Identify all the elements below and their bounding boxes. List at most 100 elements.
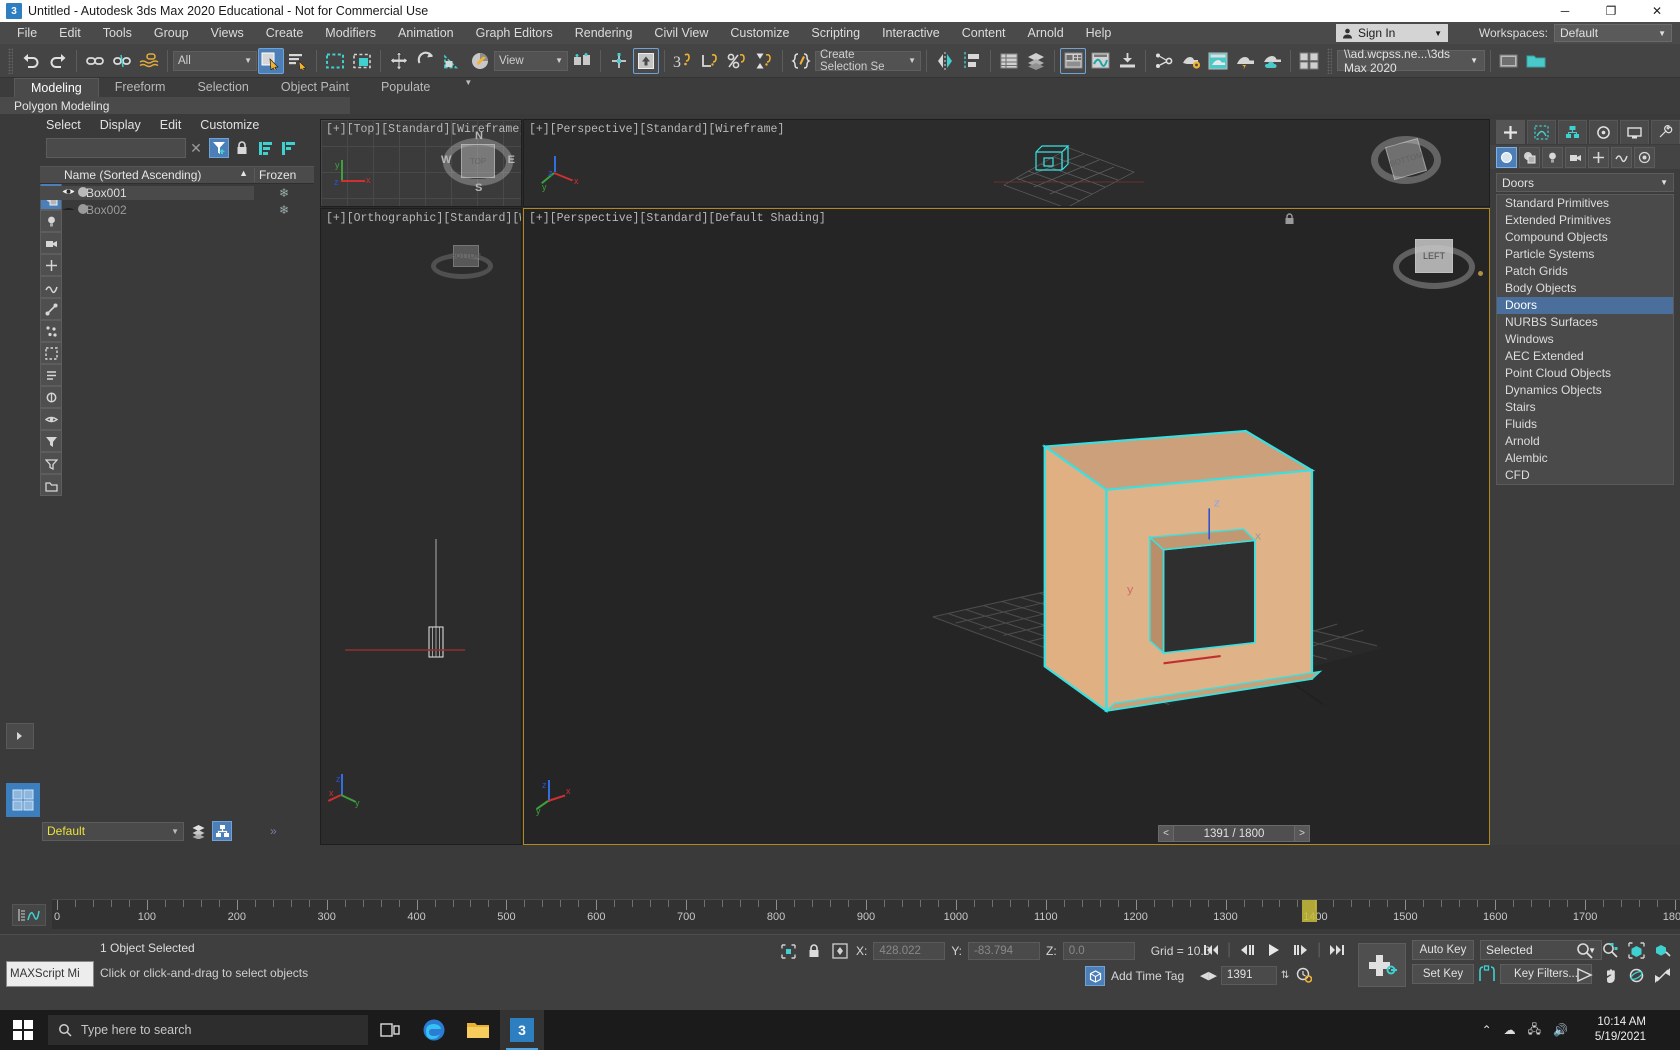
- display-cameras-icon[interactable]: [40, 232, 62, 254]
- time-slider-value[interactable]: 1391 / 1800: [1174, 825, 1294, 842]
- list-item[interactable]: Dynamics Objects: [1497, 382, 1673, 399]
- next-frame-icon[interactable]: [1290, 939, 1312, 961]
- select-and-manipulate-icon[interactable]: [633, 48, 659, 74]
- select-object-icon[interactable]: [258, 48, 284, 74]
- space-warps-icon[interactable]: [1611, 147, 1632, 168]
- x-coord-input[interactable]: 428.022: [873, 942, 945, 960]
- unlink-selection-icon[interactable]: [109, 48, 135, 74]
- select-and-scale-icon[interactable]: [440, 48, 466, 74]
- list-item[interactable]: Stairs: [1497, 399, 1673, 416]
- task-view-icon[interactable]: [368, 1010, 412, 1050]
- systems-icon[interactable]: [1634, 147, 1655, 168]
- menu-arnold[interactable]: Arnold: [1017, 23, 1075, 43]
- view-cube-face[interactable]: TOP: [461, 144, 495, 178]
- cameras-icon[interactable]: [1565, 147, 1586, 168]
- expand-panel-icon[interactable]: [6, 723, 34, 749]
- edge-browser-icon[interactable]: [412, 1010, 456, 1050]
- workspaces-select[interactable]: Default ▼: [1554, 24, 1672, 42]
- viewcube-home-icon[interactable]: [1478, 271, 1483, 276]
- menu-create[interactable]: Create: [255, 23, 315, 43]
- view-cube-top[interactable]: TOP N S W E: [441, 128, 515, 194]
- menu-edit[interactable]: Edit: [48, 23, 92, 43]
- display-helpers-icon[interactable]: [40, 254, 62, 276]
- frozen-cell[interactable]: ❄: [254, 203, 314, 217]
- eye-visibility-icon[interactable]: [62, 186, 75, 197]
- viewport-lock-icon[interactable]: [1284, 213, 1295, 225]
- filter-icon[interactable]: [40, 452, 62, 474]
- ribbon-tab-selection[interactable]: Selection: [181, 78, 264, 96]
- menu-help[interactable]: Help: [1075, 23, 1123, 43]
- filter-selection-icon[interactable]: [209, 138, 229, 158]
- minimize-button[interactable]: ─: [1542, 0, 1588, 22]
- list-item[interactable]: Standard Primitives: [1497, 195, 1673, 212]
- percent-snap-toggle-icon[interactable]: [724, 48, 750, 74]
- view-cube-face-left[interactable]: LEFT: [1415, 239, 1453, 273]
- eye-visibility-icon[interactable]: [62, 203, 75, 214]
- list-item-doors[interactable]: Doors: [1497, 297, 1673, 314]
- viewport-label-orthographic[interactable]: [+][Orthographic][Standard][Wirefram: [326, 212, 522, 225]
- menu-content[interactable]: Content: [951, 23, 1017, 43]
- list-item[interactable]: Arnold: [1497, 433, 1673, 450]
- reference-coordinate-select[interactable]: View ▼: [494, 51, 568, 71]
- more-tools-icon[interactable]: »: [270, 824, 277, 838]
- display-frozen-icon[interactable]: [40, 386, 62, 408]
- view-cube-orthographic[interactable]: BOTTOM: [429, 231, 503, 297]
- current-frame-input[interactable]: 1391: [1221, 966, 1277, 985]
- scene-explorer-menu-display[interactable]: Display: [100, 118, 141, 132]
- list-item[interactable]: AEC Extended: [1497, 348, 1673, 365]
- maximize-viewport-icon[interactable]: [1650, 964, 1674, 987]
- key-mode-toggle-icon[interactable]: ◀▶: [1200, 969, 1217, 982]
- lock-icon[interactable]: [232, 138, 252, 158]
- list-item[interactable]: Windows: [1497, 331, 1673, 348]
- orbit-icon[interactable]: [1624, 964, 1648, 987]
- current-layer-select[interactable]: Default ▼: [42, 822, 184, 841]
- list-item[interactable]: Point Cloud Objects: [1497, 365, 1673, 382]
- align-icon[interactable]: [959, 48, 985, 74]
- field-of-view-icon[interactable]: [1572, 964, 1596, 987]
- table-row[interactable]: Box001 ❄: [40, 184, 314, 201]
- time-configuration-icon[interactable]: [1293, 964, 1315, 986]
- column-header-frozen[interactable]: Frozen: [254, 168, 314, 182]
- sign-in-button[interactable]: Sign In ▼: [1336, 24, 1448, 42]
- selection-filter-select[interactable]: All ▼: [173, 51, 257, 71]
- open-asset-tracking-icon[interactable]: [1296, 48, 1322, 74]
- mirror-icon[interactable]: [932, 48, 958, 74]
- frozen-cell[interactable]: ❄: [254, 186, 314, 200]
- viewport-orthographic[interactable]: [+][Orthographic][Standard][Wirefram BOT…: [320, 208, 522, 845]
- time-slider[interactable]: < 1391 / 1800 >: [1158, 825, 1310, 842]
- add-time-tag-label[interactable]: Add Time Tag: [1111, 969, 1184, 983]
- display-bones-icon[interactable]: [40, 298, 62, 320]
- auto-key-button[interactable]: Auto Key: [1412, 940, 1474, 960]
- motion-tab[interactable]: [1589, 120, 1618, 144]
- selection-lock-toggle-icon[interactable]: [804, 941, 824, 961]
- time-tag-icon[interactable]: [1085, 966, 1105, 986]
- taskbar-clock[interactable]: 10:14 AM 5/19/2021: [1595, 1010, 1646, 1050]
- window-crossing-toggle-icon[interactable]: [349, 48, 375, 74]
- volume-icon[interactable]: 🔊: [1553, 1023, 1568, 1037]
- start-button[interactable]: [0, 1010, 46, 1050]
- viewport-label-perspective-wire[interactable]: [+][Perspective][Standard][Wireframe]: [529, 123, 784, 136]
- row-color-swatch[interactable]: [78, 187, 88, 197]
- list-item[interactable]: CFD: [1497, 467, 1673, 484]
- shapes-icon[interactable]: [1519, 147, 1540, 168]
- view-cube-active[interactable]: LEFT: [1391, 227, 1479, 299]
- named-selection-sets-input[interactable]: Create Selection Se ▼: [815, 51, 921, 71]
- onedrive-icon[interactable]: ☁: [1504, 1023, 1516, 1037]
- menu-graph-editors[interactable]: Graph Editors: [465, 23, 564, 43]
- set-key-toggle-button[interactable]: Set Key: [1412, 964, 1474, 984]
- spinner-icon[interactable]: ⇅: [1281, 970, 1289, 981]
- rendered-frame-window-icon[interactable]: [1205, 48, 1231, 74]
- scene-explorer-icon[interactable]: [1023, 48, 1049, 74]
- helpers-icon[interactable]: [1588, 147, 1609, 168]
- pan-view-icon[interactable]: [1598, 964, 1622, 987]
- display-xrefs-icon[interactable]: [40, 364, 62, 386]
- selection-lock-region-icon[interactable]: [778, 941, 798, 961]
- view-cube-perspective[interactable]: BOTTOM: [1369, 126, 1443, 192]
- curve-editor-icon[interactable]: [1087, 48, 1113, 74]
- layer-explorer-toggle-icon[interactable]: [212, 821, 232, 841]
- use-pivot-point-center-icon[interactable]: [569, 48, 595, 74]
- time-prev-button[interactable]: <: [1158, 825, 1174, 842]
- menu-views[interactable]: Views: [200, 23, 255, 43]
- menu-interactive[interactable]: Interactive: [871, 23, 951, 43]
- layer-explorer-icon[interactable]: [996, 48, 1022, 74]
